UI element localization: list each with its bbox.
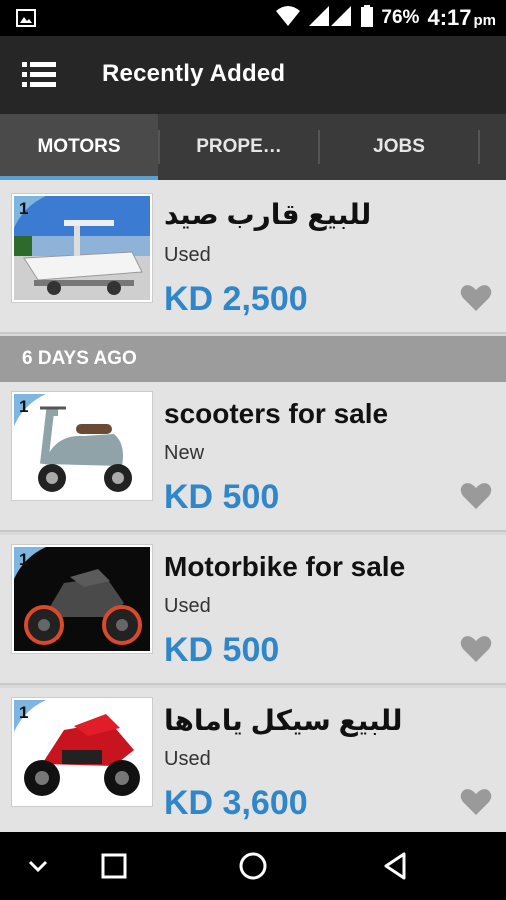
listing-title: Motorbike for sale [164, 551, 406, 582]
badge-count: 1 [19, 199, 29, 218]
heart-icon[interactable] [460, 284, 492, 312]
listing-image: 1 [12, 392, 152, 500]
listing-price: KD 500 [164, 631, 280, 669]
listing-price: KD 500 [164, 478, 280, 516]
heart-icon[interactable] [460, 635, 492, 663]
clock-ampm: pm [473, 12, 497, 29]
tab-properties[interactable]: PROPE… [160, 114, 318, 180]
app-bar: Recently Added [0, 36, 506, 114]
tab-label: PROPE… [196, 136, 282, 157]
listings-list: 1 للبيع قارب صيد Used KD 2,500 6 DAYS AG… [0, 180, 506, 832]
listing-condition: Used [164, 748, 211, 770]
tab-motors[interactable]: MOTORS [0, 114, 158, 180]
listing-title: للبيع سيكل ياماها [164, 705, 403, 736]
listing-condition: Used [164, 595, 211, 617]
listing-title: للبيع قارب صيد [164, 199, 372, 230]
battery-icon [361, 4, 374, 32]
listing-condition: Used [164, 244, 211, 266]
badge-count: 1 [19, 703, 29, 722]
section-header: 6 DAYS AGO [0, 336, 506, 382]
listing-badge: 1 [14, 196, 46, 228]
heart-icon[interactable] [460, 482, 492, 510]
badge-count: 1 [19, 550, 29, 569]
battery-percent: 76% [381, 7, 420, 28]
badge-count: 1 [19, 397, 29, 416]
chevron-down-icon[interactable] [22, 850, 54, 882]
clock: 4:17 pm [427, 5, 496, 31]
listing-badge: 1 [14, 547, 46, 579]
tab-bar: MOTORS PROPE… JOBS [0, 114, 506, 180]
image-icon [16, 9, 36, 27]
listing-title: scooters for sale [164, 398, 389, 429]
signal-icon: R [309, 5, 353, 32]
page-title: Recently Added [102, 60, 286, 87]
list-item[interactable]: 1 scooters for sale New KD 500 [0, 382, 506, 532]
listing-image: 1 [12, 698, 152, 806]
listing-price: KD 2,500 [164, 280, 308, 318]
svg-text:R: R [335, 8, 342, 18]
menu-icon[interactable] [22, 60, 56, 90]
list-item[interactable]: 1 Motorbike for sale Used KD 500 [0, 535, 506, 685]
list-item[interactable]: 1 للبيع قارب صيد Used KD 2,500 [0, 180, 506, 334]
navigation-bar [0, 832, 506, 900]
heart-icon[interactable] [460, 788, 492, 816]
tab-label: MOTORS [37, 136, 121, 157]
tab-label: JOBS [373, 136, 425, 157]
tab-divider [478, 130, 480, 164]
back-icon[interactable] [380, 850, 412, 882]
status-bar: R 76% 4:17 pm [0, 0, 506, 36]
recents-icon[interactable] [98, 850, 130, 882]
listing-badge: 1 [14, 394, 46, 426]
clock-time: 4:17 [427, 5, 472, 30]
listing-image: 1 [12, 545, 152, 653]
list-item[interactable]: 1 للبيع سيكل ياماها Used KD 3,600 [0, 688, 506, 832]
listing-badge: 1 [14, 700, 46, 732]
tab-jobs[interactable]: JOBS [320, 114, 478, 180]
wifi-icon [275, 5, 301, 32]
listing-condition: New [164, 442, 205, 464]
listing-image: 1 [12, 194, 152, 302]
listing-price: KD 3,600 [164, 784, 308, 822]
home-icon[interactable] [237, 850, 269, 882]
